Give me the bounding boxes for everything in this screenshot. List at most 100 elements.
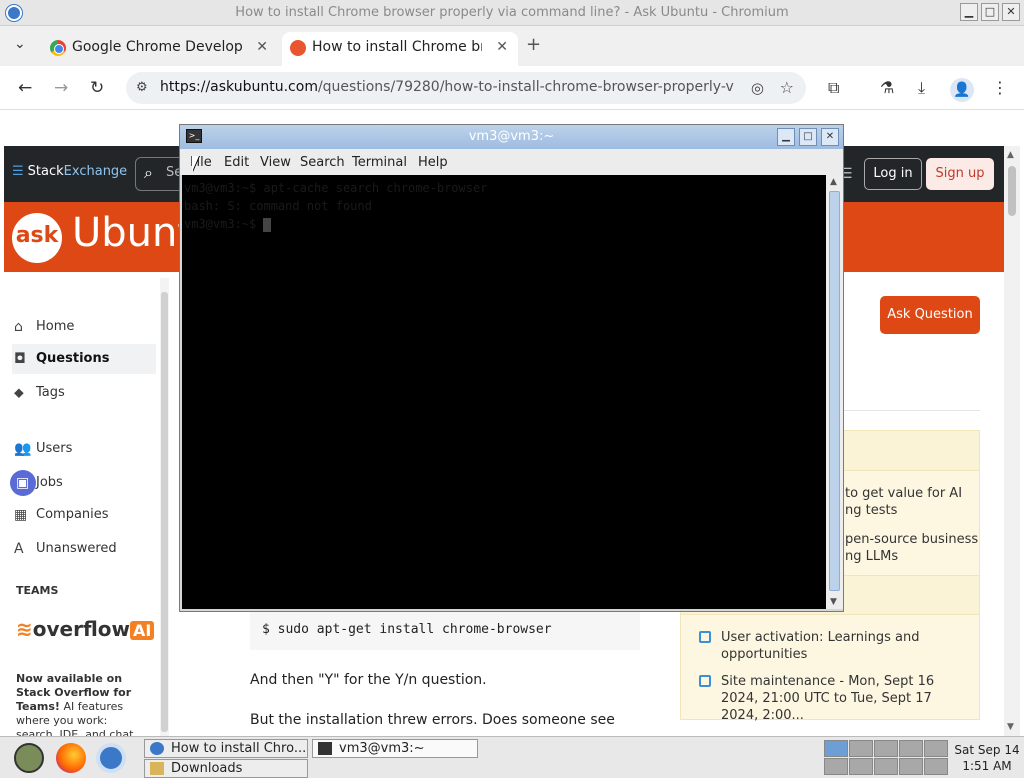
site-info-icon[interactable]: ⚙: [136, 80, 148, 95]
workspace[interactable]: [924, 740, 948, 757]
companies-icon: ▦: [14, 507, 28, 523]
terminal-maximize-button[interactable]: □: [799, 128, 817, 146]
tag-icon: ⬥: [14, 385, 24, 401]
task-terminal[interactable]: vm3@vm3:~: [312, 739, 478, 758]
google-icon: [50, 40, 66, 56]
blog-item[interactable]: to get value for AI ng tests: [845, 485, 1024, 519]
workspace[interactable]: [924, 758, 948, 775]
askubuntu-logo-text[interactable]: Ubunt: [72, 210, 193, 256]
terminal-minimize-button[interactable]: ▁: [777, 128, 795, 146]
tab-close-icon[interactable]: ✕: [256, 32, 268, 62]
reload-button[interactable]: ↻: [90, 78, 104, 98]
questions-icon: ◘: [14, 351, 26, 367]
meta-item[interactable]: Site maintenance - Mon, Sept 16 2024, 21…: [699, 673, 971, 724]
askubuntu-icon: [290, 40, 306, 56]
sidebar-item-unanswered[interactable]: A Unanswered: [12, 534, 156, 564]
scroll-thumb[interactable]: [1008, 166, 1016, 216]
back-button[interactable]: ←: [18, 78, 32, 98]
terminal-screen[interactable]: vm3@vm3:~$ apt-cache search chrome-brows…: [182, 175, 826, 609]
download-icon[interactable]: ⤓: [918, 78, 925, 98]
workspace[interactable]: [849, 758, 873, 775]
meta-item[interactable]: User activation: Learnings and opportuni…: [699, 629, 971, 663]
left-sidebar: ⌂ Home ◘ Questions ⬥ Tags 👥 Users ▣ Jobs ▦ Com…: [4, 272, 169, 736]
workspace[interactable]: [874, 758, 898, 775]
menu-icon[interactable]: ⋮: [992, 78, 1008, 97]
labs-icon[interactable]: ⚗: [880, 78, 894, 97]
terminal-cursor: [263, 217, 272, 232]
teams-promo-text: Now available on Stack Overflow for Team…: [16, 672, 137, 736]
workspace[interactable]: [824, 758, 848, 775]
forward-button[interactable]: →: [54, 78, 68, 98]
maximize-button[interactable]: □: [981, 3, 999, 21]
overflow-ai-logo[interactable]: ≋overflow AI: [16, 617, 155, 641]
page-scrollbar[interactable]: ▲ ▼: [1004, 146, 1020, 736]
terminal-close-button[interactable]: ✕: [821, 128, 839, 146]
tab-google-chrome-developer[interactable]: Google Chrome Developer T ✕: [42, 32, 278, 66]
minimize-button[interactable]: ▁: [960, 3, 978, 21]
address-bar[interactable]: ⚙ https://askubuntu.com/questions/79280/…: [126, 72, 806, 104]
workspace-pager[interactable]: [824, 740, 948, 775]
folder-icon: [150, 762, 164, 775]
scroll-up-icon[interactable]: ▲: [830, 177, 837, 187]
taskbar: How to install Chro... vm3@vm3:~ Downloa…: [0, 736, 1024, 778]
sidebar-item-tags[interactable]: ⬥ Tags: [12, 378, 156, 408]
menu-search[interactable]: Search: [300, 155, 345, 170]
sidebar-item-companies[interactable]: ▦ Companies: [12, 500, 156, 530]
extensions-icon[interactable]: ⧉: [828, 78, 839, 98]
terminal-titlebar[interactable]: >_ vm3@vm3:~ ▁ □ ✕: [180, 125, 843, 149]
askubuntu-logo-icon[interactable]: ask: [12, 213, 62, 263]
sidebar-item-jobs[interactable]: ▣ Jobs: [10, 468, 156, 498]
menu-terminal[interactable]: Terminal: [352, 155, 407, 170]
workspace[interactable]: [899, 740, 923, 757]
close-button[interactable]: ✕: [1002, 3, 1020, 21]
scroll-down-icon[interactable]: ▼: [830, 597, 837, 607]
window-title: How to install Chrome browser properly v…: [235, 5, 789, 20]
mouse-pointer-icon: [192, 156, 199, 172]
blog-item[interactable]: pen-source business ng LLMs: [845, 531, 1024, 565]
unanswered-icon: A: [14, 541, 24, 557]
terminal-scrollbar[interactable]: ▲ ▼: [826, 175, 843, 609]
search-icon: ⌕: [144, 163, 153, 182]
stackexchange-logo[interactable]: ☰ StackExchange: [12, 164, 127, 179]
workspace[interactable]: [899, 758, 923, 775]
signup-button[interactable]: Sign up: [926, 158, 994, 190]
terminal-window: >_ vm3@vm3:~ ▁ □ ✕ File Edit View Search…: [179, 124, 844, 612]
url-text[interactable]: https://askubuntu.com/questions/79280/ho…: [160, 79, 735, 95]
scroll-thumb[interactable]: [829, 191, 840, 591]
menu-view[interactable]: View: [260, 155, 291, 170]
terminal-icon: [318, 742, 332, 755]
firefox-icon[interactable]: [56, 743, 86, 773]
menu-help[interactable]: Help: [418, 155, 448, 170]
sidebar-item-users[interactable]: 👥 Users: [12, 434, 156, 464]
new-tab-button[interactable]: +: [526, 34, 541, 55]
workspace[interactable]: [824, 740, 848, 757]
overflow-ai-icon: ≋: [16, 617, 33, 641]
sidebar-scrollbar[interactable]: [160, 278, 169, 736]
menu-launcher-icon[interactable]: [14, 743, 44, 773]
scroll-up-icon[interactable]: ▲: [1007, 150, 1014, 160]
sidebar-item-questions[interactable]: ◘ Questions: [12, 344, 156, 374]
terminal-line: vm3@vm3:~$ apt-cache search chrome-brows…: [184, 181, 488, 195]
question-paragraph: But the installation threw errors. Does …: [250, 712, 615, 728]
tab-askubuntu[interactable]: How to install Chrome brow ✕: [282, 32, 518, 66]
tab-search-icon[interactable]: ⌄: [14, 36, 26, 52]
clock[interactable]: Sat Sep 14 1:51 AM: [954, 742, 1020, 774]
task-chromium[interactable]: How to install Chro...: [144, 739, 308, 758]
browser-toolbar: ← → ↻ ⚙ https://askubuntu.com/questions/…: [0, 66, 1024, 110]
chromium-launcher-icon[interactable]: [96, 743, 126, 773]
tab-label: How to install Chrome brow: [312, 39, 482, 55]
workspace[interactable]: [849, 740, 873, 757]
clock-date: Sat Sep 14: [954, 743, 1020, 757]
menu-edit[interactable]: Edit: [224, 155, 249, 170]
sidebar-item-home[interactable]: ⌂ Home: [12, 312, 156, 342]
ask-question-button[interactable]: Ask Question: [880, 296, 980, 334]
scroll-down-icon[interactable]: ▼: [1007, 722, 1014, 732]
login-button[interactable]: Log in: [864, 158, 922, 190]
workspace[interactable]: [874, 740, 898, 757]
code-block: $ sudo apt-get install chrome-browser: [250, 612, 640, 650]
bookmark-star-icon[interactable]: ☆: [780, 78, 794, 97]
tab-close-icon[interactable]: ✕: [496, 32, 508, 62]
task-downloads[interactable]: Downloads: [144, 759, 308, 778]
tracking-protection-icon[interactable]: ◎: [751, 79, 764, 97]
profile-icon[interactable]: 👤: [950, 78, 974, 102]
